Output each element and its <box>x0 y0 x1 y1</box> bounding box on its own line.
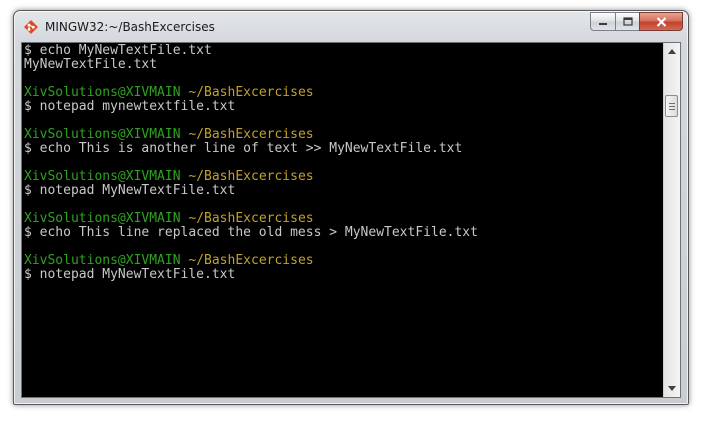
prompt-path: ~/BashExcercises <box>180 127 314 142</box>
prompt-path: ~/BashExcercises <box>180 169 314 184</box>
title-bar[interactable]: MINGW32:~/BashExcercises <box>14 11 688 43</box>
caption-buttons <box>590 12 683 31</box>
close-icon <box>656 16 666 27</box>
prompt-line: XivSolutions@XIVMAIN ~/BashExcercises <box>24 128 664 142</box>
minimize-icon <box>599 22 607 25</box>
command-line: $ notepad MyNewTextFile.txt <box>24 267 236 282</box>
command-line: $ notepad MyNewTextFile.txt <box>24 183 236 198</box>
prompt-path: ~/BashExcercises <box>180 253 314 268</box>
prompt-line: XivSolutions@XIVMAIN ~/BashExcercises <box>24 86 664 100</box>
command-line: $ echo This line replaced the old mess >… <box>24 225 478 240</box>
maximize-icon <box>622 16 633 26</box>
prompt-line: XivSolutions@XIVMAIN ~/BashExcercises <box>24 170 664 184</box>
window-title: MINGW32:~/BashExcercises <box>45 20 215 34</box>
scroll-up-button[interactable] <box>664 43 680 60</box>
minimize-button[interactable] <box>590 12 616 31</box>
prompt-user-host: XivSolutions@XIVMAIN <box>24 253 181 268</box>
terminal-output: $ echo MyNewTextFile.txt MyNewTextFile.tx… <box>24 44 664 282</box>
output-line: MyNewTextFile.txt <box>24 57 158 72</box>
prompt-path: ~/BashExcercises <box>180 85 314 100</box>
prompt-line: XivSolutions@XIVMAIN ~/BashExcercises <box>24 212 664 226</box>
prompt-line: XivSolutions@XIVMAIN ~/BashExcercises <box>24 254 664 268</box>
prompt-user-host: XivSolutions@XIVMAIN <box>24 211 181 226</box>
scroll-down-button[interactable] <box>664 380 680 397</box>
thumb-grip <box>668 108 675 110</box>
prompt-user-host: XivSolutions@XIVMAIN <box>24 85 181 100</box>
prompt-user-host: XivSolutions@XIVMAIN <box>24 127 181 142</box>
vertical-scrollbar[interactable] <box>663 43 680 397</box>
terminal-area[interactable]: $ echo MyNewTextFile.txt MyNewTextFile.tx… <box>21 42 681 398</box>
command-line: $ echo MyNewTextFile.txt <box>24 43 212 58</box>
thumb-grip <box>668 102 675 104</box>
command-line: $ notepad mynewtextfile.txt <box>24 99 236 114</box>
terminal-window: MINGW32:~/BashExcercises $ echo MyNewTex… <box>13 10 689 405</box>
scroll-up-arrow-icon <box>668 49 676 54</box>
close-button[interactable] <box>639 12 683 31</box>
scroll-thumb[interactable] <box>665 95 678 117</box>
command-line: $ echo This is another line of text >> M… <box>24 141 463 156</box>
thumb-grip <box>668 105 675 107</box>
prompt-user-host: XivSolutions@XIVMAIN <box>24 169 181 184</box>
git-bash-icon <box>24 20 38 34</box>
prompt-path: ~/BashExcercises <box>180 211 314 226</box>
scroll-down-arrow-icon <box>668 386 676 391</box>
maximize-button[interactable] <box>615 12 640 31</box>
